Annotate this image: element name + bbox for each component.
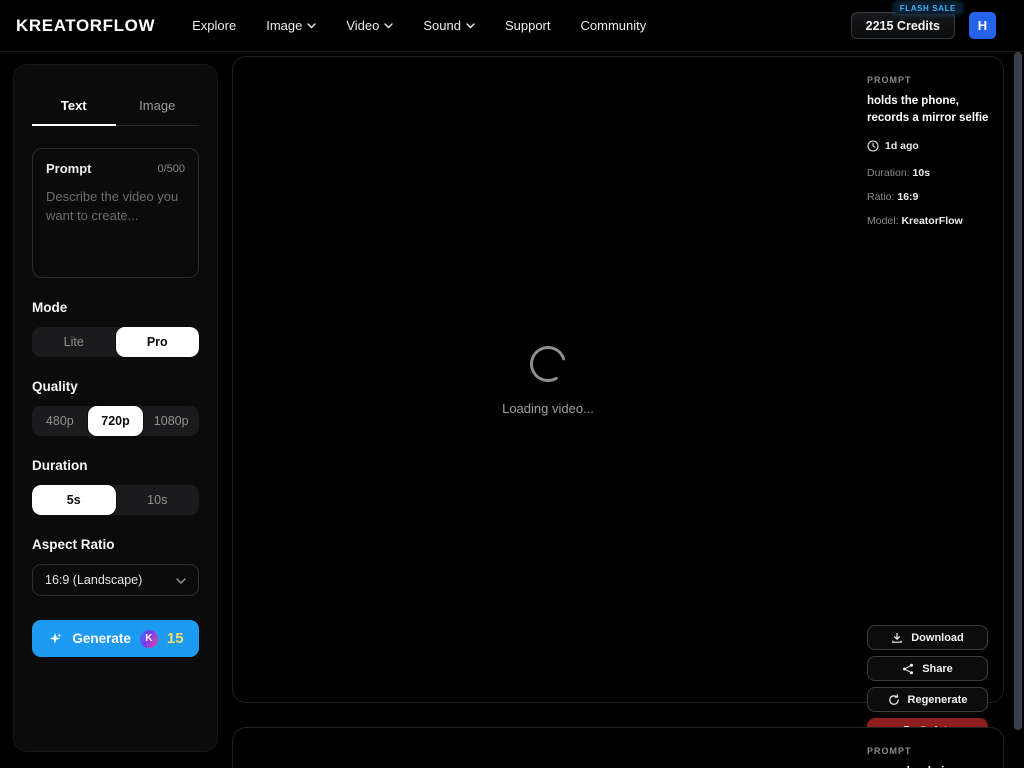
quality-label: Quality — [32, 379, 199, 394]
generation-sidebar: Text Image Prompt 0/500 Mode Lite Pro Qu… — [13, 64, 218, 752]
meta-duration-label: Duration: — [867, 167, 910, 179]
aspect-ratio-value: 16:9 (Landscape) — [45, 573, 142, 587]
prompt-char-counter: 0/500 — [157, 163, 185, 175]
aspect-ratio-label: Aspect Ratio — [32, 537, 199, 552]
meta-model-label: Model: — [867, 215, 899, 227]
video-meta: PROMPT holds the phone, records a mirror… — [867, 57, 1005, 702]
scrollbar-track — [1012, 0, 1024, 768]
nav-item-label: Sound — [423, 18, 461, 33]
nav-item-video[interactable]: Video — [346, 18, 393, 33]
meta-model-value: KreatorFlow — [901, 215, 962, 227]
time-ago-text: 1d ago — [885, 140, 919, 152]
video-actions: Download Share Regenerate Delete — [867, 625, 988, 743]
nav-item-sound[interactable]: Sound — [423, 18, 475, 33]
regenerate-icon — [888, 694, 900, 706]
share-icon — [902, 663, 914, 675]
quality-option-720p[interactable]: 720p — [88, 406, 144, 436]
navbar-right: FLASH SALE 2215 Credits H — [851, 12, 996, 39]
tab-image[interactable]: Image — [116, 89, 200, 126]
nav-item-community[interactable]: Community — [581, 18, 647, 33]
input-mode-tabs: Text Image — [32, 89, 199, 126]
sparkle-icon — [47, 631, 63, 647]
top-navbar: KREATORFLOW Explore Image Video Sound Su… — [0, 0, 1024, 52]
nav-item-support[interactable]: Support — [505, 18, 551, 33]
time-ago-row: 1d ago — [867, 140, 1005, 152]
duration-label: Duration — [32, 458, 199, 473]
generate-label: Generate — [72, 631, 131, 646]
nav-item-label: Image — [266, 18, 302, 33]
chevron-down-icon — [466, 23, 475, 29]
duration-toggle: 5s 10s — [32, 485, 199, 515]
meta-model-row: Model: KreatorFlow — [867, 213, 1005, 230]
chevron-down-icon — [176, 578, 186, 584]
meta-ratio-value: 16:9 — [897, 191, 918, 203]
chevron-down-icon — [307, 23, 316, 29]
regenerate-label: Regenerate — [908, 694, 968, 706]
quality-toggle: 480p 720p 1080p — [32, 406, 199, 436]
scrollbar-thumb[interactable] — [1014, 52, 1022, 730]
next-video-card: PROMPT moves her hair — [232, 727, 1004, 768]
flash-sale-badge: FLASH SALE — [893, 2, 963, 14]
nav-item-label: Community — [581, 18, 647, 33]
share-button[interactable]: Share — [867, 656, 988, 681]
generate-cost: 15 — [167, 630, 184, 647]
duration-option-5s[interactable]: 5s — [32, 485, 116, 515]
prompt-label: Prompt — [46, 161, 92, 176]
mode-label: Mode — [32, 300, 199, 315]
loading-text: Loading video... — [502, 401, 594, 416]
mode-option-pro[interactable]: Pro — [116, 327, 200, 357]
user-avatar[interactable]: H — [969, 12, 996, 39]
credits-wrap: FLASH SALE 2215 Credits — [851, 12, 955, 39]
credits-button[interactable]: 2215 Credits — [851, 12, 955, 39]
video-meta: PROMPT moves her hair — [867, 728, 1005, 768]
clock-icon — [867, 140, 879, 152]
prompt-box: Prompt 0/500 — [32, 148, 199, 278]
prompt-input[interactable] — [46, 188, 185, 266]
nav-item-label: Support — [505, 18, 551, 33]
meta-duration-value: 10s — [913, 167, 931, 179]
prompt-meta-label: PROMPT — [867, 746, 1005, 756]
download-label: Download — [911, 632, 964, 644]
generate-button[interactable]: Generate K 15 — [32, 620, 199, 657]
download-button[interactable]: Download — [867, 625, 988, 650]
loading-spinner-icon — [527, 343, 569, 385]
nav-item-label: Explore — [192, 18, 236, 33]
regenerate-button[interactable]: Regenerate — [867, 687, 988, 712]
video-player-area: Loading video... — [233, 57, 863, 702]
app-logo[interactable]: KREATORFLOW — [16, 16, 155, 36]
share-label: Share — [922, 663, 953, 675]
main-nav: Explore Image Video Sound Support Commun… — [192, 18, 646, 33]
nav-item-label: Video — [346, 18, 379, 33]
prompt-meta-text: moves her hair — [867, 764, 993, 768]
nav-item-explore[interactable]: Explore — [192, 18, 236, 33]
mode-option-lite[interactable]: Lite — [32, 327, 116, 357]
credit-coin-icon: K — [140, 630, 158, 648]
tab-text[interactable]: Text — [32, 89, 116, 126]
duration-option-10s[interactable]: 10s — [116, 485, 200, 515]
prompt-meta-label: PROMPT — [867, 75, 1005, 85]
aspect-ratio-select[interactable]: 16:9 (Landscape) — [32, 564, 199, 596]
quality-option-480p[interactable]: 480p — [32, 406, 88, 436]
chevron-down-icon — [384, 23, 393, 29]
video-card: Loading video... PROMPT holds the phone,… — [232, 56, 1004, 703]
meta-ratio-label: Ratio: — [867, 191, 894, 203]
prompt-header: Prompt 0/500 — [46, 161, 185, 176]
prompt-meta-text: holds the phone, records a mirror selfie — [867, 93, 993, 126]
meta-ratio-row: Ratio: 16:9 — [867, 189, 1005, 206]
quality-option-1080p[interactable]: 1080p — [143, 406, 199, 436]
download-icon — [891, 632, 903, 644]
nav-item-image[interactable]: Image — [266, 18, 316, 33]
meta-duration-row: Duration: 10s — [867, 165, 1005, 182]
mode-toggle: Lite Pro — [32, 327, 199, 357]
